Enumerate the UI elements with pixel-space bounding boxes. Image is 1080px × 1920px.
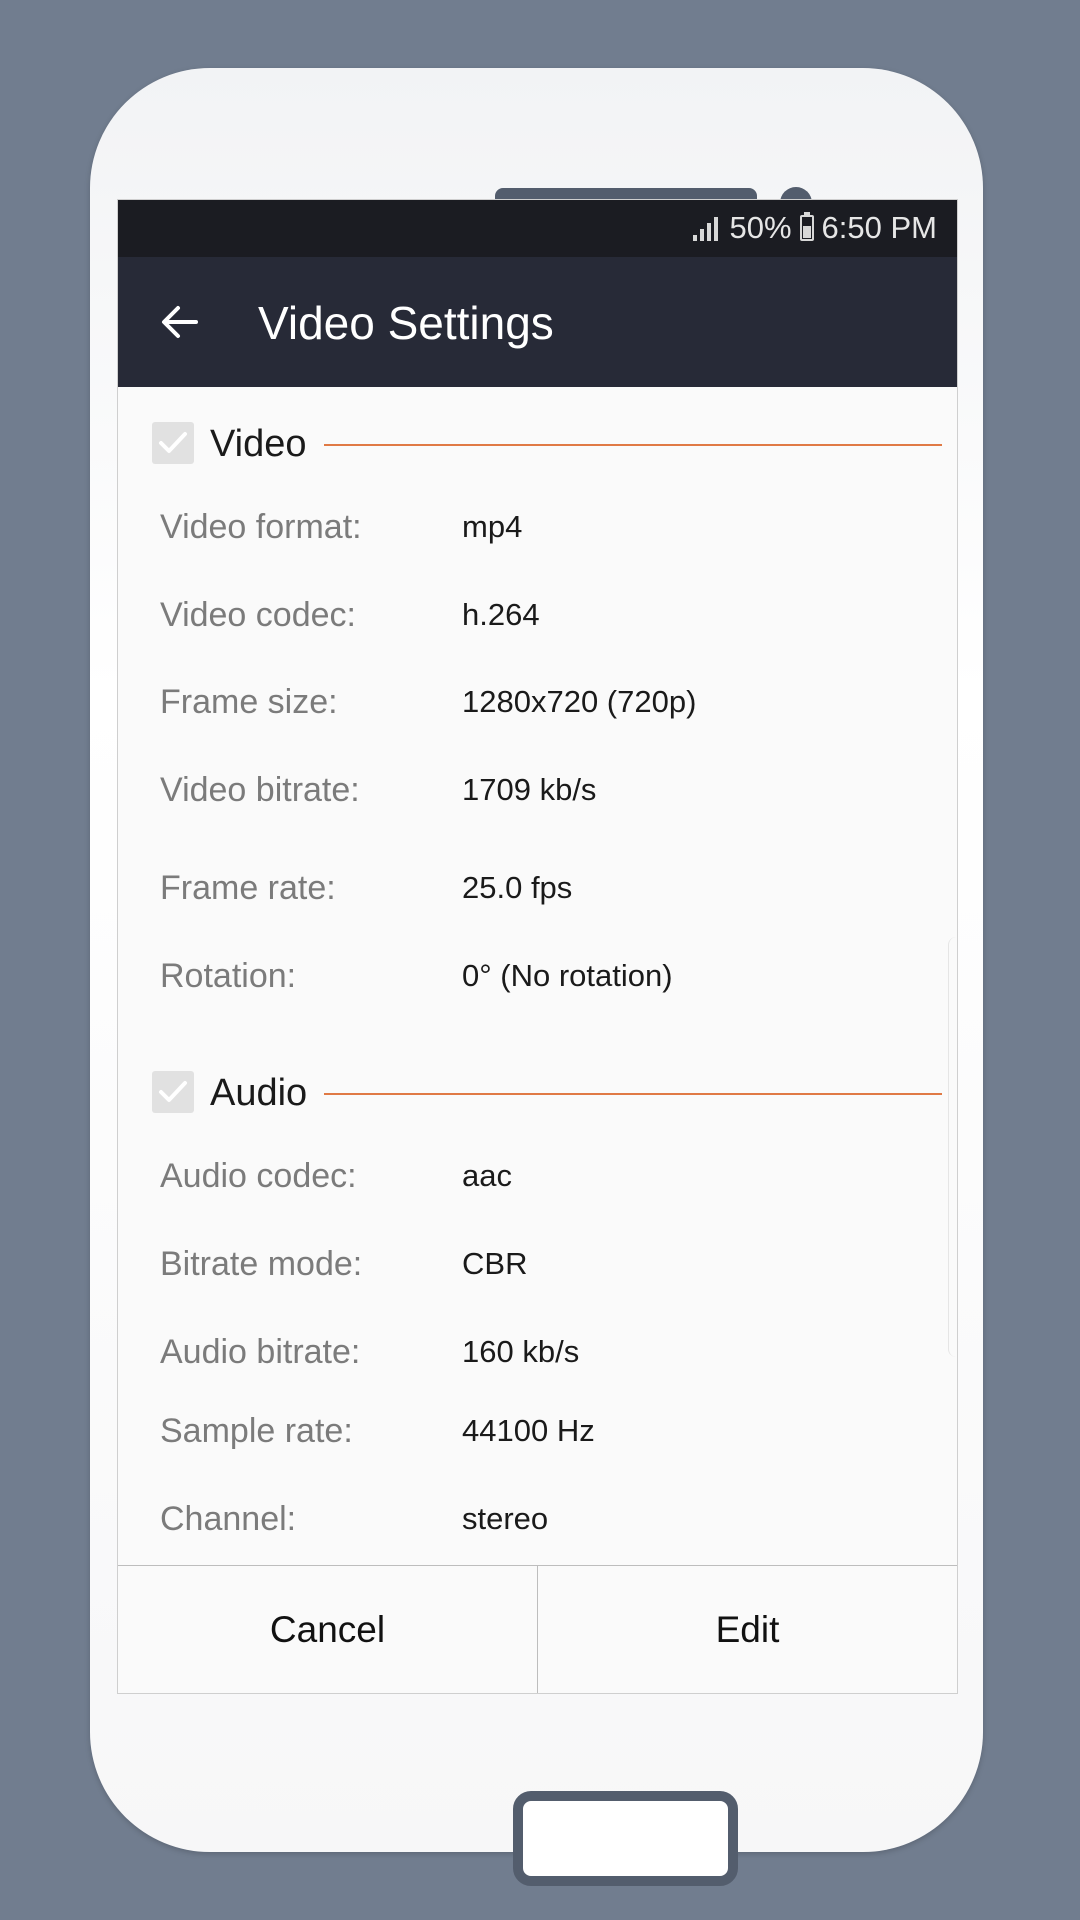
row-key: Video bitrate: xyxy=(160,771,360,809)
cancel-button[interactable]: Cancel xyxy=(118,1566,537,1693)
audio-section-label: Audio xyxy=(210,1072,308,1114)
row-value: stereo xyxy=(462,1501,549,1536)
row-key: Bitrate mode: xyxy=(160,1245,363,1283)
app-bar: Video Settings xyxy=(118,257,957,387)
check-icon xyxy=(159,432,187,453)
row-key: Audio bitrate: xyxy=(160,1333,361,1371)
row-key: Video format: xyxy=(160,508,362,546)
status-bar: 50% 6:50 PM xyxy=(118,200,957,257)
home-button[interactable] xyxy=(513,1791,738,1886)
row-key: Audio codec: xyxy=(160,1157,357,1195)
audio-section-divider xyxy=(324,1093,942,1095)
row-key: Rotation: xyxy=(160,957,297,995)
row-frame-rate: Frame rate: 25.0 fps xyxy=(160,866,940,910)
row-key: Sample rate: xyxy=(160,1412,353,1450)
row-audio-codec: Audio codec: aac xyxy=(160,1154,940,1198)
row-value: aac xyxy=(462,1158,512,1193)
row-video-codec: Video codec: h.264 xyxy=(160,593,940,637)
row-video-format: Video format: mp4 xyxy=(160,505,940,549)
video-checkbox[interactable] xyxy=(152,422,194,464)
settings-content: Video Video format: mp4 Video codec: h.2… xyxy=(118,387,957,1565)
back-arrow-icon[interactable] xyxy=(160,302,200,342)
battery-icon xyxy=(799,212,814,241)
screen: 50% 6:50 PM Video Settings Video Video f… xyxy=(117,199,958,1694)
edit-button[interactable]: Edit xyxy=(537,1566,957,1693)
row-key: Frame size: xyxy=(160,683,338,721)
row-value: mp4 xyxy=(462,509,523,544)
row-audio-bitrate: Audio bitrate: 160 kb/s xyxy=(160,1330,940,1374)
row-value: CBR xyxy=(462,1246,528,1281)
row-key: Frame rate: xyxy=(160,869,336,907)
signal-icon xyxy=(692,215,718,241)
audio-section-header: Audio xyxy=(152,1071,942,1115)
check-icon xyxy=(159,1081,187,1102)
row-value: 1280x720 (720p) xyxy=(462,684,697,719)
scrollbar[interactable] xyxy=(948,937,957,1357)
row-value: 44100 Hz xyxy=(462,1413,595,1448)
row-sample-rate: Sample rate: 44100 Hz xyxy=(160,1409,940,1453)
video-section-label: Video xyxy=(210,423,307,465)
audio-checkbox[interactable] xyxy=(152,1071,194,1113)
row-frame-size: Frame size: 1280x720 (720p) xyxy=(160,680,940,724)
row-value: h.264 xyxy=(462,597,540,632)
battery-percent: 50% xyxy=(729,210,792,245)
row-channel: Channel: stereo xyxy=(160,1497,940,1541)
row-key: Video codec: xyxy=(160,596,356,634)
row-value: 0° (No rotation) xyxy=(462,958,673,993)
row-bitrate-mode: Bitrate mode: CBR xyxy=(160,1242,940,1286)
status-right: 50% 6:50 PM xyxy=(692,210,937,246)
row-value: 160 kb/s xyxy=(462,1334,580,1369)
video-section-divider xyxy=(324,444,942,446)
row-key: Channel: xyxy=(160,1500,297,1538)
video-section-header: Video xyxy=(152,422,942,466)
page-title: Video Settings xyxy=(258,297,554,349)
row-video-bitrate: Video bitrate: 1709 kb/s xyxy=(160,768,940,812)
status-time: 6:50 PM xyxy=(821,210,937,245)
row-value: 1709 kb/s xyxy=(462,772,597,807)
row-rotation: Rotation: 0° (No rotation) xyxy=(160,954,940,998)
button-bar: Cancel Edit xyxy=(118,1565,957,1693)
row-value: 25.0 fps xyxy=(462,870,573,905)
